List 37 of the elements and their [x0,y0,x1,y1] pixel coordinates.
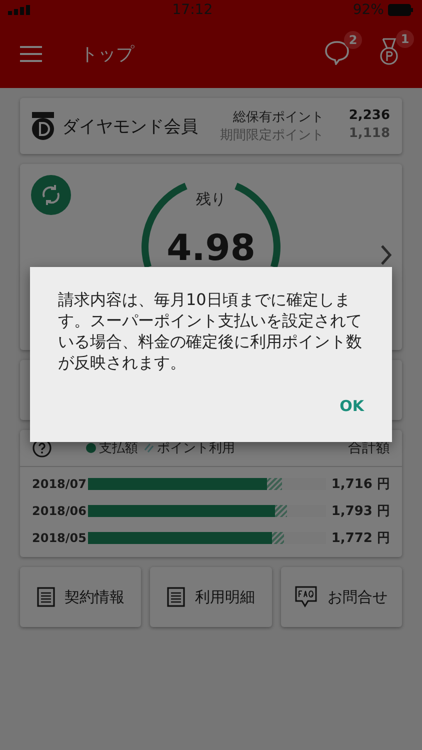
shortcut-button[interactable]: 利用明細 [150,567,272,627]
member-rank: ダイヤモンド会員 [62,116,199,138]
legend-label: 支払額 [99,440,138,457]
legend-dot-icon [86,443,96,453]
shortcut-button[interactable]: 契約情報 [20,567,142,627]
member-card[interactable]: ダイヤモンド会員 総保有ポイント 2,236 期間限定ポイント 1,118 [20,98,402,154]
ok-button[interactable]: OK [334,393,370,419]
amount-value: 1,772 円 [331,530,390,547]
month-label: 2018/07 [32,477,86,491]
chevron-right-icon[interactable] [380,244,392,266]
month-label: 2018/05 [32,531,86,545]
points-count-badge: 1 [396,30,414,48]
status-time: 17:12 [172,2,213,18]
limited-points-label: 期間限定ポイント [220,127,324,144]
total-points-label: 総保有ポイント [232,109,324,126]
amount-value: 1,716 円 [331,476,390,493]
remaining-label: 残り [195,190,227,209]
faq-icon [295,586,318,608]
refresh-icon[interactable] [31,175,71,215]
limited-points-value: 1,118 [348,126,390,143]
legend-hatch-icon [144,443,154,453]
page-title: トップ [80,43,136,66]
amount-value: 1,793 円 [331,503,390,520]
total-points-value: 2,236 [348,108,390,125]
message-count-badge: 2 [344,31,362,49]
signal-icon [8,5,32,15]
menu-icon[interactable] [20,46,42,62]
shortcut-button[interactable]: お問合せ [280,567,402,627]
document-icon [36,587,55,607]
month-label: 2018/06 [32,504,86,518]
battery-icon [388,4,414,16]
chat-bubble-icon[interactable] [324,39,350,65]
diamond-rank-icon [30,111,56,141]
document-icon [166,587,185,607]
battery-percent: 92% [352,2,384,18]
legend-label: ポイント利用 [157,440,235,457]
remaining-value: 4.98 [166,228,256,269]
